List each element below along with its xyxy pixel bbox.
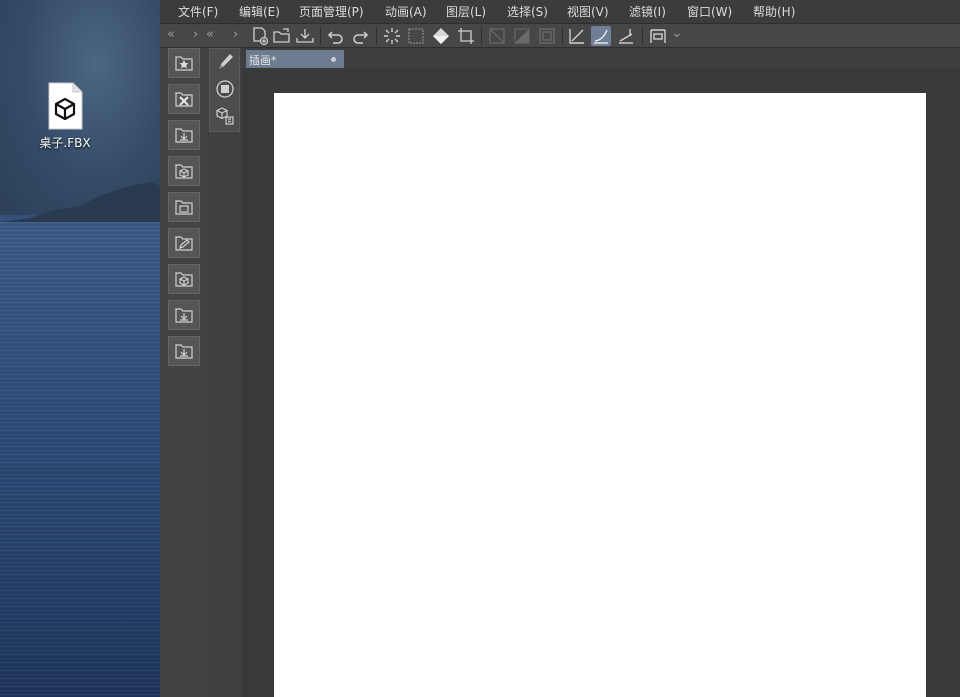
undo-icon[interactable] <box>326 26 346 46</box>
redo-icon[interactable] <box>350 26 370 46</box>
crop-icon[interactable] <box>456 26 476 46</box>
tab-modified-dot[interactable] <box>331 57 336 62</box>
expand-right-icon-2[interactable]: › <box>233 27 238 42</box>
ruler-off-icon[interactable] <box>487 26 507 46</box>
toolbar-separator <box>376 27 377 45</box>
close-file-icon[interactable] <box>168 84 200 114</box>
snap-grid-icon[interactable] <box>616 26 636 46</box>
toolbar-separator <box>562 27 563 45</box>
canvas-paper[interactable] <box>274 93 926 697</box>
pen-icon[interactable] <box>214 51 236 73</box>
edit-folder-icon[interactable] <box>168 228 200 258</box>
tool-column <box>207 48 242 697</box>
clear-icon[interactable] <box>382 26 402 46</box>
command-bar: « › « › ⌄ <box>160 23 960 48</box>
toolbar-separator <box>320 27 321 45</box>
export-icon[interactable] <box>168 120 200 150</box>
wallpaper-mountain <box>0 182 160 228</box>
frame-icon[interactable] <box>537 26 557 46</box>
desktop-wallpaper: 桌子.FBX <box>0 0 160 697</box>
document-tab-title: 插画* <box>249 54 277 67</box>
menu-view[interactable]: 视图(V) <box>567 3 609 20</box>
transform-icon[interactable] <box>406 26 426 46</box>
menu-window[interactable]: 窗口(W) <box>687 3 732 20</box>
document-tabs: 插画* <box>242 48 960 68</box>
toolbar-separator <box>642 27 643 45</box>
collapse-left-icon-2[interactable]: « <box>206 27 214 42</box>
menu-page[interactable]: 页面管理(P) <box>299 3 364 20</box>
wallpaper-sea <box>0 222 160 697</box>
import-icon[interactable] <box>295 26 315 46</box>
image-folder-icon[interactable] <box>168 192 200 222</box>
download-icon[interactable] <box>168 300 200 330</box>
snap-ruler-icon[interactable] <box>567 26 587 46</box>
menu-help[interactable]: 帮助(H) <box>753 3 795 20</box>
canvas-area[interactable] <box>246 68 960 697</box>
fill-icon[interactable] <box>431 26 451 46</box>
document-tab[interactable]: 插画* <box>246 50 344 68</box>
layer-icon[interactable] <box>214 78 236 100</box>
menu-file[interactable]: 文件(F) <box>178 3 218 20</box>
snap-icon[interactable] <box>512 26 532 46</box>
new-canvas-icon[interactable] <box>250 26 270 46</box>
save-icon[interactable] <box>168 336 200 366</box>
menu-animation[interactable]: 动画(A) <box>385 3 427 20</box>
file-panel <box>160 48 207 697</box>
3d-folder-icon[interactable] <box>168 264 200 294</box>
toolbar-separator <box>481 27 482 45</box>
desktop-file-icon[interactable]: 桌子.FBX <box>34 82 96 151</box>
open-folder-icon[interactable] <box>272 26 292 46</box>
expand-right-icon[interactable]: › <box>193 27 198 42</box>
desktop-file-label: 桌子.FBX <box>39 136 91 150</box>
snap-curve-icon[interactable] <box>591 26 611 46</box>
favorites-icon[interactable] <box>168 48 200 78</box>
workspace: 插画* <box>242 48 960 697</box>
fbx-file-icon <box>46 82 84 130</box>
menu-layer[interactable]: 图层(L) <box>446 3 486 20</box>
settings-dropdown-icon[interactable] <box>648 26 668 46</box>
menu-bar: 文件(F) 编辑(E) 页面管理(P) 动画(A) 图层(L) 选择(S) 视图… <box>160 0 960 23</box>
3d-object-icon[interactable] <box>214 105 236 127</box>
menu-select[interactable]: 选择(S) <box>507 3 548 20</box>
clip-studio-window: 文件(F) 编辑(E) 页面管理(P) 动画(A) 图层(L) 选择(S) 视图… <box>160 0 960 697</box>
menu-filter[interactable]: 滤镜(I) <box>629 3 666 20</box>
3d-export-icon[interactable] <box>168 156 200 186</box>
collapse-left-icon[interactable]: « <box>167 27 175 42</box>
menu-edit[interactable]: 编辑(E) <box>239 3 280 20</box>
chevron-down-icon[interactable]: ⌄ <box>671 25 683 41</box>
tool-panel <box>209 48 240 132</box>
